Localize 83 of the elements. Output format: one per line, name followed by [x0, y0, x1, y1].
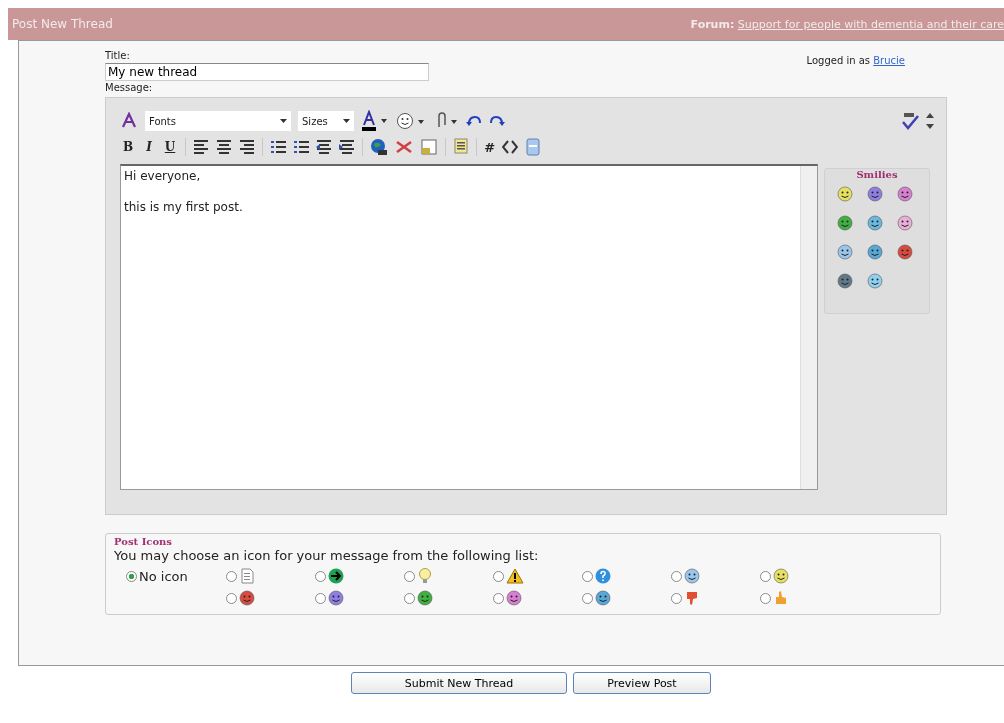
smiley-icon[interactable] [837, 215, 853, 231]
numbered-list-icon[interactable] [270, 138, 287, 156]
page-title: Post New Thread [12, 17, 113, 31]
radio-button[interactable] [582, 592, 593, 604]
unlink-icon[interactable] [395, 138, 414, 156]
message-label: Message: [105, 81, 154, 95]
smiley-icon [595, 590, 611, 606]
instruction-text: You may choose an icon for your message from the following list: [114, 547, 540, 565]
logged-in-label: Logged in as [806, 55, 871, 66]
smiley-icon[interactable] [897, 186, 913, 202]
smiley-icon[interactable] [867, 244, 883, 260]
title-label: Title: [105, 49, 131, 63]
resize-icon[interactable] [926, 112, 934, 130]
align-left-icon[interactable] [193, 138, 210, 156]
radio-button[interactable] [126, 570, 137, 582]
align-center-icon[interactable] [216, 138, 233, 156]
dropdown-arrow-icon [343, 119, 350, 123]
radio-button[interactable] [582, 570, 593, 582]
smiley-icon[interactable] [897, 244, 913, 260]
radio-button[interactable] [315, 570, 326, 582]
radio-button[interactable] [493, 592, 504, 604]
message-field[interactable]: Hi everyone, this is my first post. [120, 164, 818, 490]
post-icons-legend: Post Icons [114, 536, 932, 547]
no-icon-label: No icon [139, 568, 188, 584]
radio-button[interactable] [315, 592, 326, 604]
smiley-icon [239, 590, 255, 606]
scrollbar[interactable] [800, 166, 817, 489]
radio-button[interactable] [671, 570, 682, 582]
message-line: this is my first post. [124, 199, 243, 216]
smiley-icon[interactable] [867, 273, 883, 289]
question-icon [595, 568, 611, 584]
dropdown-arrow-icon [280, 119, 287, 123]
smiley-icon[interactable] [897, 215, 913, 231]
radio-button[interactable] [760, 570, 771, 582]
smiley-icon[interactable] [867, 186, 883, 202]
radio-button[interactable] [404, 570, 415, 582]
size-select[interactable]: Sizes [298, 111, 354, 131]
thumbs-down-icon [684, 590, 700, 606]
message-line: Hi everyone, [124, 168, 202, 185]
smiley-icon[interactable] [396, 112, 426, 130]
format-button[interactable]: I [143, 140, 155, 154]
radio-button[interactable] [226, 570, 237, 582]
smilies-title: Smilies [855, 169, 899, 180]
spell-check-icon[interactable] [901, 112, 919, 130]
smiley-icon[interactable] [867, 215, 883, 231]
font-select[interactable]: Fonts [145, 111, 291, 131]
warning-icon [506, 568, 524, 584]
thumbs-up-icon [773, 590, 789, 606]
format-button[interactable]: B [120, 140, 137, 154]
radio-button[interactable] [404, 592, 415, 604]
smiley-icon [417, 590, 433, 606]
format-button[interactable]: U [161, 140, 179, 154]
smiley-icon [684, 568, 700, 584]
forum-label: Forum: [690, 17, 735, 31]
bullet-list-icon[interactable] [293, 138, 310, 156]
title-field[interactable]: My new thread [105, 63, 429, 81]
smiley-icon[interactable] [837, 273, 853, 289]
redo-icon[interactable] [489, 114, 505, 128]
form-button[interactable]: Submit New Thread [351, 672, 567, 694]
quote-icon[interactable] [453, 138, 470, 156]
radio-button[interactable] [493, 570, 504, 582]
lightbulb-icon [417, 568, 433, 584]
user-link[interactable]: Brucie [873, 55, 905, 66]
smiley-icon [773, 568, 789, 584]
form-button[interactable]: Preview Post [573, 672, 711, 694]
outdent-icon[interactable] [316, 138, 333, 156]
align-right-icon[interactable] [239, 138, 256, 156]
globe-link-icon[interactable] [370, 138, 389, 156]
hash-button[interactable]: # [484, 139, 496, 155]
indent-icon[interactable] [339, 138, 356, 156]
document-icon [239, 568, 255, 584]
radio-button[interactable] [760, 592, 771, 604]
text-color-icon[interactable] [361, 110, 389, 132]
radio-button[interactable] [671, 592, 682, 604]
smiley-icon [328, 590, 344, 606]
code-icon[interactable] [502, 138, 519, 156]
smiley-icon[interactable] [837, 186, 853, 202]
smiley-icon[interactable] [837, 244, 853, 260]
arrow-icon [328, 568, 344, 584]
font-style-icon[interactable] [120, 112, 138, 130]
radio-button[interactable] [226, 592, 237, 604]
smiley-icon [506, 590, 522, 606]
undo-icon[interactable] [466, 114, 482, 128]
